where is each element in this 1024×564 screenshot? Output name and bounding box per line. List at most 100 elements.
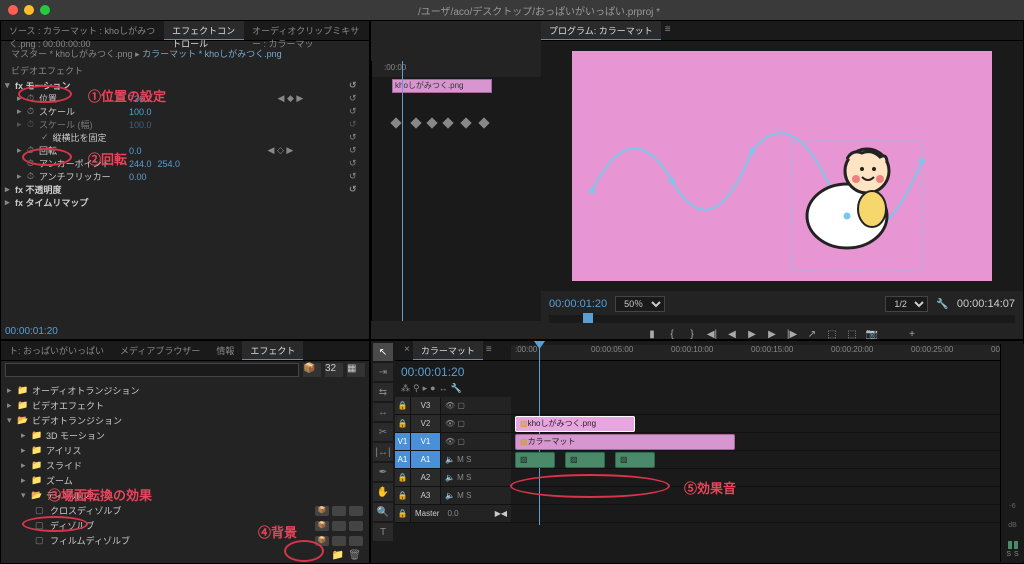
audio-clip-2[interactable]: ▨: [565, 452, 605, 468]
tab-project[interactable]: ト: おっぱいがいっぱい: [1, 341, 112, 360]
stopwatch-icon[interactable]: ⏱: [27, 145, 39, 156]
stopwatch-icon[interactable]: ⏱: [27, 158, 39, 169]
tab-program[interactable]: プログラム: カラーマット: [541, 21, 661, 40]
delete-icon[interactable]: 🗑: [348, 550, 361, 561]
tree-video-transitions[interactable]: ▾📂ビデオトランジション: [5, 413, 365, 428]
track-v3-header[interactable]: V3: [411, 397, 441, 414]
razor-tool[interactable]: ✂: [373, 423, 393, 441]
lift-button[interactable]: ⬚: [825, 327, 839, 341]
tab-media-browser[interactable]: メディアブラウザー: [112, 341, 208, 360]
clip-v2[interactable]: ▨ khoしがみつく.png: [515, 416, 635, 432]
stopwatch-icon[interactable]: ⏱: [27, 106, 39, 117]
selection-tool[interactable]: ↖: [373, 343, 393, 361]
keyframe-playhead[interactable]: [402, 61, 403, 321]
effects-browser-panel: ト: おっぱいがいっぱい メディアブラウザー 情報 エフェクト 📦 32 ▦ ▸…: [0, 340, 370, 564]
fx-opacity-header[interactable]: ▸ fx 不透明度 ↺: [5, 183, 365, 196]
extract-button[interactable]: ⬚: [845, 327, 859, 341]
prop-rotation: 回転: [39, 144, 129, 157]
ripple-tool[interactable]: ⇆: [373, 383, 393, 401]
keyframe-clip[interactable]: khoしがみつく.png: [392, 79, 492, 93]
pen-tool[interactable]: ✒: [373, 463, 393, 481]
mark-out-button[interactable]: {: [665, 327, 679, 341]
frame-forward-button[interactable]: ▶: [765, 327, 779, 341]
close-window-button[interactable]: [8, 5, 18, 15]
rotation-value[interactable]: 0.0: [129, 146, 142, 156]
uniform-scale-checkbox[interactable]: 縦横比を固定: [53, 131, 107, 144]
new-bin-icon[interactable]: 📁: [332, 550, 344, 561]
play-button[interactable]: ▶: [745, 327, 759, 341]
program-scrubber[interactable]: [583, 313, 593, 323]
stopwatch-icon[interactable]: ⏱: [27, 93, 39, 104]
clip-v1[interactable]: ▨ カラーマット: [515, 434, 735, 450]
audio-clip-3[interactable]: ▨: [615, 452, 655, 468]
type-tool[interactable]: T: [373, 523, 393, 541]
export-frame-button[interactable]: 📷: [865, 327, 879, 341]
tab-effects[interactable]: エフェクト: [242, 341, 303, 360]
track-select-tool[interactable]: ⇥: [373, 363, 393, 381]
effect-film-dissolve[interactable]: ▢フィルムディゾルブ📦: [5, 533, 365, 548]
preset-yuv-icon[interactable]: ▦: [347, 363, 365, 377]
effects-search-input[interactable]: [5, 363, 299, 377]
button-editor[interactable]: +: [905, 327, 919, 341]
track-a2-header[interactable]: A2: [411, 469, 441, 486]
master-clip-label: マスター * khoしがみつく.png: [11, 49, 133, 59]
effect-dissolve[interactable]: ▢ディゾルブ📦: [5, 518, 365, 533]
tab-source[interactable]: ソース : カラーマット : khoしがみつく.png : 00:00:00:0…: [1, 21, 164, 40]
tree-video-effects[interactable]: ▸📁ビデオエフェクト: [5, 398, 365, 413]
track-v2-header[interactable]: V2: [411, 415, 441, 432]
minimize-window-button[interactable]: [24, 5, 34, 15]
timeline-panel: ↖ ⇥ ⇆ ↔ ✂ |↔| ✒ ✋ 🔍 T × カラーマット ≡ 00:00:0…: [370, 340, 1024, 564]
effect-controls-panel: ソース : カラーマット : khoしがみつく.png : 00:00:00:0…: [0, 20, 370, 340]
program-monitor-panel: :00:00 khoしがみつく.png プログラム: カラーマット ≡: [370, 20, 1024, 340]
tree-slide[interactable]: ▸📁スライド: [5, 458, 365, 473]
maximize-window-button[interactable]: [40, 5, 50, 15]
tree-dissolve-folder[interactable]: ▾📂ディゾルブ: [5, 488, 365, 503]
step-forward-button[interactable]: |▶: [785, 327, 799, 341]
go-to-in-button[interactable]: }: [685, 327, 699, 341]
prop-anchor: アンカーポイント: [39, 157, 129, 170]
prop-position: 位置: [39, 92, 129, 105]
tree-audio-transitions[interactable]: ▸📁オーディオトランジション: [5, 383, 365, 398]
preset-filter-icon[interactable]: 📦: [303, 363, 321, 377]
program-current-time[interactable]: 00:00:01:20: [549, 298, 607, 310]
tab-audio-mixer[interactable]: オーディオクリップミキサー : カラーマッ: [244, 21, 369, 40]
effect-controls-timecode[interactable]: 00:00:01:20: [5, 326, 58, 337]
source-clip-label: カラーマット * khoしがみつく.png: [142, 49, 282, 59]
scale-value[interactable]: 100.0: [129, 107, 152, 117]
track-a1-header[interactable]: A1: [411, 451, 441, 468]
tab-info[interactable]: 情報: [208, 341, 242, 360]
frame-back-button[interactable]: ◀: [725, 327, 739, 341]
position-value[interactable]: 736.7: [129, 94, 152, 104]
tree-3d-motion[interactable]: ▸📁3D モーション: [5, 428, 365, 443]
tree-zoom[interactable]: ▸📁ズーム: [5, 473, 365, 488]
resolution-dropdown[interactable]: 1/2: [885, 296, 928, 312]
timeline-timecode[interactable]: 00:00:01:20: [401, 365, 464, 379]
prop-antiflicker: アンチフリッカー: [39, 170, 129, 183]
zoom-tool[interactable]: 🔍: [373, 503, 393, 521]
sequence-tab[interactable]: カラーマット: [413, 341, 483, 360]
mark-in-button[interactable]: ▮: [645, 327, 659, 341]
preset-32-icon[interactable]: 32: [325, 363, 343, 377]
rate-stretch-tool[interactable]: ↔: [373, 403, 393, 421]
fx-motion-header[interactable]: ▾ fx モーション ↺: [5, 79, 365, 92]
fx-timeremap-header[interactable]: ▸ fx タイムリマップ: [5, 196, 365, 209]
timeline-tools: ↖ ⇥ ⇆ ↔ ✂ |↔| ✒ ✋ 🔍 T: [371, 341, 395, 543]
slip-tool[interactable]: |↔|: [373, 443, 393, 461]
hand-tool[interactable]: ✋: [373, 483, 393, 501]
track-a3-header[interactable]: A3: [411, 487, 441, 504]
track-v1-header[interactable]: V1: [411, 433, 441, 450]
zoom-dropdown[interactable]: 50％: [615, 296, 665, 312]
prop-scale: スケール: [39, 105, 129, 118]
effect-cross-dissolve[interactable]: ▢クロスディゾルブ📦: [5, 503, 365, 518]
video-effects-section: ビデオエフェクト: [5, 62, 365, 79]
window-titlebar: /ユーザ/aco/デスクトップ/おっぱいがいっぱい.prproj *: [0, 0, 1024, 20]
track-master-header[interactable]: Master: [411, 509, 443, 518]
window-title: /ユーザ/aco/デスクトップ/おっぱいがいっぱい.prproj *: [62, 3, 1016, 18]
tab-effect-controls[interactable]: エフェクトコントロール: [164, 21, 244, 40]
tree-iris[interactable]: ▸📁アイリス: [5, 443, 365, 458]
step-back-button[interactable]: ◀|: [705, 327, 719, 341]
clip-preview-character: [792, 131, 912, 251]
go-to-out-button[interactable]: ↗: [805, 327, 819, 341]
audio-clip-1[interactable]: ▨: [515, 452, 555, 468]
program-preview[interactable]: [541, 41, 1023, 291]
